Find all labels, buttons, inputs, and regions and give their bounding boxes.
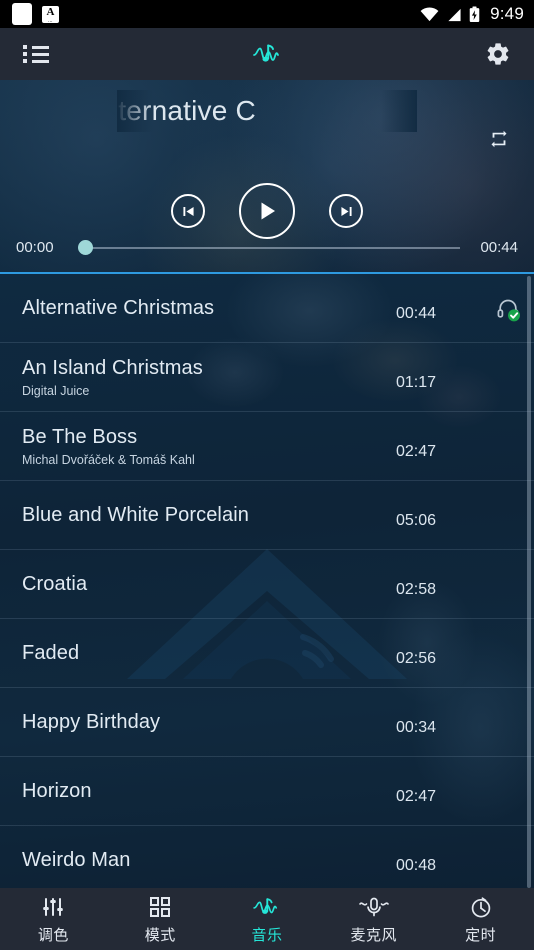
nav-item-timer[interactable]: 定时	[427, 888, 534, 950]
song-duration: 02:58	[396, 581, 437, 598]
play-icon	[261, 202, 275, 220]
list-menu-button[interactable]	[16, 34, 56, 74]
song-title: Weirdo Man	[22, 848, 131, 871]
bottom-navigation: 调色 模式 音乐 麦克风 定时	[0, 888, 534, 950]
music-player-screen: A ... 9:49 ternative C 00:00 00:44 Alter…	[0, 0, 534, 950]
toolbar-brand	[56, 40, 478, 68]
grid-icon	[149, 894, 171, 920]
song-title: Happy Birthday	[22, 710, 161, 733]
song-duration: 05:06	[396, 512, 437, 529]
skip-next-icon	[340, 206, 352, 216]
transport-controls	[0, 183, 534, 239]
song-text-block: Faded	[22, 642, 396, 665]
nav-item-mode[interactable]: 模式	[107, 888, 214, 950]
headphone-check-icon	[497, 299, 520, 322]
settings-button[interactable]	[478, 34, 518, 74]
song-title: Horizon	[22, 779, 92, 802]
seek-track-line	[86, 246, 460, 249]
table-row[interactable]: Be The Boss Michal Dvořáček & Tomáš Kahl 0…	[0, 412, 534, 481]
list-menu-icon	[23, 45, 49, 63]
table-row[interactable]: Horizon 02:47	[0, 757, 534, 826]
song-duration: 01:17	[396, 374, 437, 391]
song-duration: 00:44	[396, 305, 437, 322]
song-duration: 00:34	[396, 719, 437, 736]
cellular-signal-icon	[448, 8, 461, 21]
nav-label-microphone: 麦克风	[350, 926, 398, 944]
previous-button[interactable]	[171, 194, 205, 228]
now-playing-title-wrap: Alternative C	[0, 90, 534, 132]
song-duration: 02:56	[396, 650, 437, 667]
table-row[interactable]: Weirdo Man 00:48	[0, 826, 534, 888]
duration-time: 00:44	[480, 239, 518, 256]
now-playing-title-marquee: Alternative C	[117, 90, 417, 132]
letter-a-badge-sub: ...	[48, 17, 53, 23]
song-duration: 02:47	[396, 443, 437, 460]
song-list: Alternative Christmas 00:44 An Island Chri…	[0, 272, 534, 888]
table-row[interactable]: An Island Christmas Digital Juice 01:17	[0, 343, 534, 412]
nav-item-color[interactable]: 调色	[0, 888, 107, 950]
status-bar-left-icons: A ...	[12, 3, 59, 25]
song-title: Blue and White Porcelain	[22, 503, 249, 526]
song-title: Alternative Christmas	[22, 296, 215, 319]
table-row[interactable]: Blue and White Porcelain 05:06	[0, 481, 534, 550]
elapsed-time: 00:00	[16, 239, 54, 256]
music-wave-icon	[252, 894, 282, 920]
seek-bar-row: 00:00 00:44	[0, 239, 534, 256]
nav-item-music[interactable]: 音乐	[214, 888, 321, 950]
next-button[interactable]	[329, 194, 363, 228]
status-bar: A ... 9:49	[0, 0, 534, 28]
table-row[interactable]: Croatia 02:58	[0, 550, 534, 619]
seek-thumb[interactable]	[78, 240, 93, 255]
letter-a-badge-letter: A	[46, 5, 55, 18]
music-wave-icon	[253, 44, 279, 62]
nav-label-music: 音乐	[251, 926, 283, 944]
player-panel: Alternative C	[0, 80, 534, 272]
nav-label-timer: 定时	[465, 926, 497, 944]
status-bar-clock: 9:49	[490, 4, 524, 23]
song-text-block: Be The Boss Michal Dvořáček & Tomáš Kahl	[22, 426, 396, 467]
status-bar-right-icons: 9:49	[420, 4, 524, 24]
table-row[interactable]: Alternative Christmas 00:44	[0, 274, 534, 343]
app-square-icon	[12, 3, 32, 25]
wifi-icon	[420, 6, 439, 21]
gear-icon	[487, 43, 509, 65]
letter-a-badge-icon: A ...	[42, 5, 59, 23]
song-text-block: Blue and White Porcelain	[22, 504, 396, 527]
repeat-icon	[491, 130, 507, 148]
skip-previous-icon	[182, 206, 194, 216]
song-text-block: Happy Birthday	[22, 711, 396, 734]
microphone-icon	[358, 894, 390, 920]
song-duration: 02:47	[396, 788, 437, 805]
table-row[interactable]: Happy Birthday 00:34	[0, 688, 534, 757]
timer-icon	[469, 894, 493, 920]
seek-bar[interactable]	[74, 240, 460, 255]
song-duration: 00:48	[396, 857, 437, 874]
nav-label-mode: 模式	[144, 926, 176, 944]
song-text-block: Alternative Christmas	[22, 297, 396, 320]
song-text-block: Horizon	[22, 780, 396, 803]
nav-label-color: 调色	[37, 926, 69, 944]
app-toolbar	[0, 28, 534, 80]
sliders-icon	[41, 894, 65, 920]
nav-item-microphone[interactable]: 麦克风	[320, 888, 427, 950]
song-rows: Alternative Christmas 00:44 An Island Chri…	[0, 274, 534, 888]
song-text-block: Weirdo Man	[22, 849, 396, 872]
song-text-block: Croatia	[22, 573, 396, 596]
song-title: Faded	[22, 641, 80, 664]
battery-charging-icon	[469, 6, 480, 22]
song-text-block: An Island Christmas Digital Juice	[22, 357, 396, 398]
play-button[interactable]	[239, 183, 295, 239]
song-artist: Michal Dvořáček & Tomáš Kahl	[22, 452, 195, 467]
repeat-button[interactable]	[482, 124, 516, 154]
list-scrollbar[interactable]	[527, 276, 531, 888]
table-row[interactable]: Faded 02:56	[0, 619, 534, 688]
song-title: An Island Christmas	[22, 356, 203, 379]
song-title: Croatia	[22, 572, 88, 595]
song-artist: Digital Juice	[22, 383, 90, 398]
page-title: Alternative C	[117, 95, 256, 126]
song-title: Be The Boss	[22, 425, 138, 448]
